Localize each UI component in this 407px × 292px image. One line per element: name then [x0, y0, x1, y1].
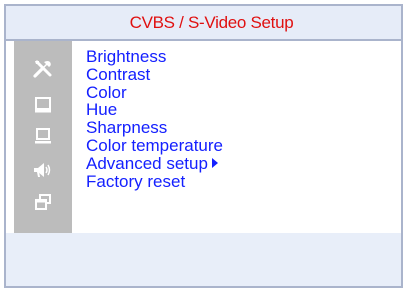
- icon-sidebar: [14, 41, 72, 233]
- menu-item-color-temperature[interactable]: Color temperature: [86, 137, 223, 155]
- title-bar: CVBS / S-Video Setup: [6, 6, 401, 41]
- laptop-icon[interactable]: [14, 122, 72, 150]
- menu-item-brightness[interactable]: Brightness: [86, 48, 223, 66]
- status-area: [6, 233, 401, 286]
- windows-icon[interactable]: [14, 188, 72, 216]
- menu-item-color[interactable]: Color: [86, 82, 223, 102]
- menu-item-advanced-setup[interactable]: Advanced setup: [86, 153, 223, 173]
- submenu-arrow-icon: [211, 157, 218, 168]
- osd-frame: CVBS / S-Video Setup Brightness Contrast…: [4, 4, 403, 288]
- menu-item-sharpness[interactable]: Sharpness: [86, 119, 223, 137]
- menu-item-label: Advanced setup: [86, 153, 208, 173]
- menu-item-label: Hue: [86, 100, 118, 120]
- tools-icon[interactable]: [14, 55, 72, 83]
- menu-body: Brightness Contrast Color Hue Sharpness …: [6, 41, 401, 233]
- menu-item-label: Brightness: [86, 47, 167, 66]
- menu-item-label: Contrast: [86, 64, 151, 84]
- menu-list: Brightness Contrast Color Hue Sharpness …: [86, 48, 223, 190]
- speaker-icon[interactable]: [14, 156, 72, 184]
- menu-item-label: Color: [86, 82, 127, 102]
- menu-item-label: Factory reset: [86, 171, 186, 191]
- menu-item-label: Sharpness: [86, 118, 168, 138]
- menu-item-contrast[interactable]: Contrast: [86, 64, 223, 84]
- menu-title: CVBS / S-Video Setup: [129, 12, 294, 32]
- menu-item-hue[interactable]: Hue: [86, 101, 223, 119]
- display-icon[interactable]: [14, 91, 72, 119]
- menu-item-factory-reset[interactable]: Factory reset: [86, 171, 223, 191]
- menu-item-label: Color temperature: [86, 135, 224, 155]
- osd-menu: CVBS / S-Video Setup Brightness Contrast…: [0, 0, 407, 292]
